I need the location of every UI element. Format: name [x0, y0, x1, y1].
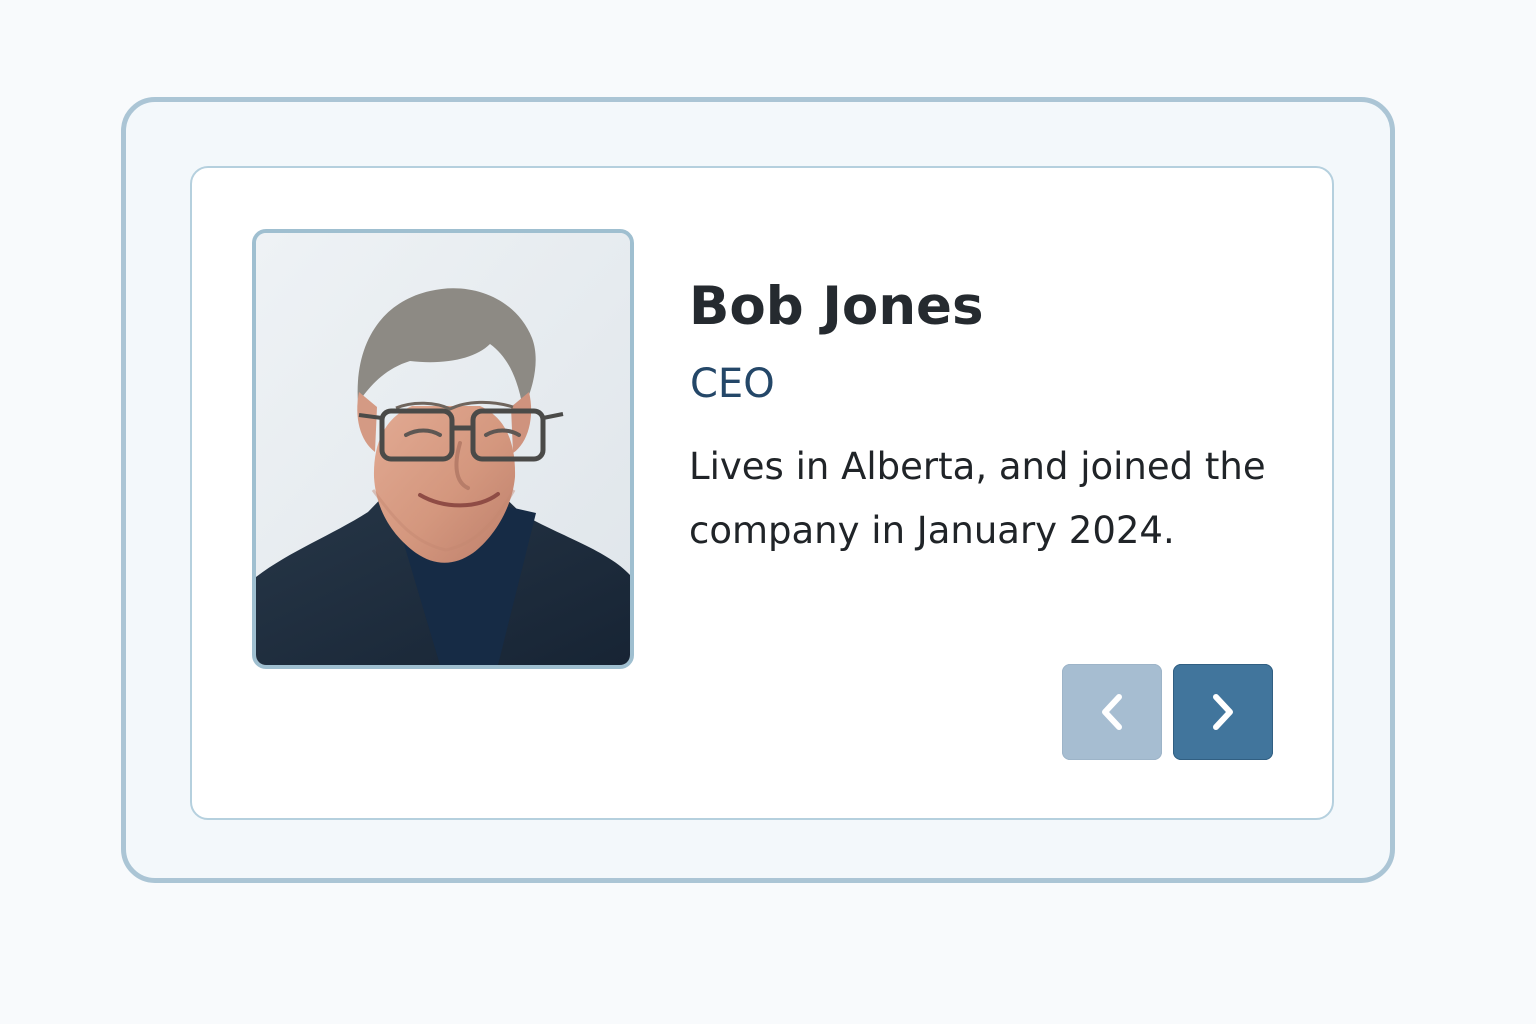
previous-button[interactable]: [1062, 664, 1162, 760]
next-button[interactable]: [1173, 664, 1273, 760]
profile-card: Bob Jones CEO Lives in Alberta, and join…: [190, 166, 1334, 820]
profile-photo: [252, 229, 634, 669]
chevron-left-icon: [1095, 691, 1129, 733]
profile-name: Bob Jones: [689, 276, 984, 337]
chevron-right-icon: [1206, 691, 1240, 733]
profile-role: CEO: [690, 361, 775, 407]
profile-bio: Lives in Alberta, and joined the company…: [689, 445, 1266, 552]
